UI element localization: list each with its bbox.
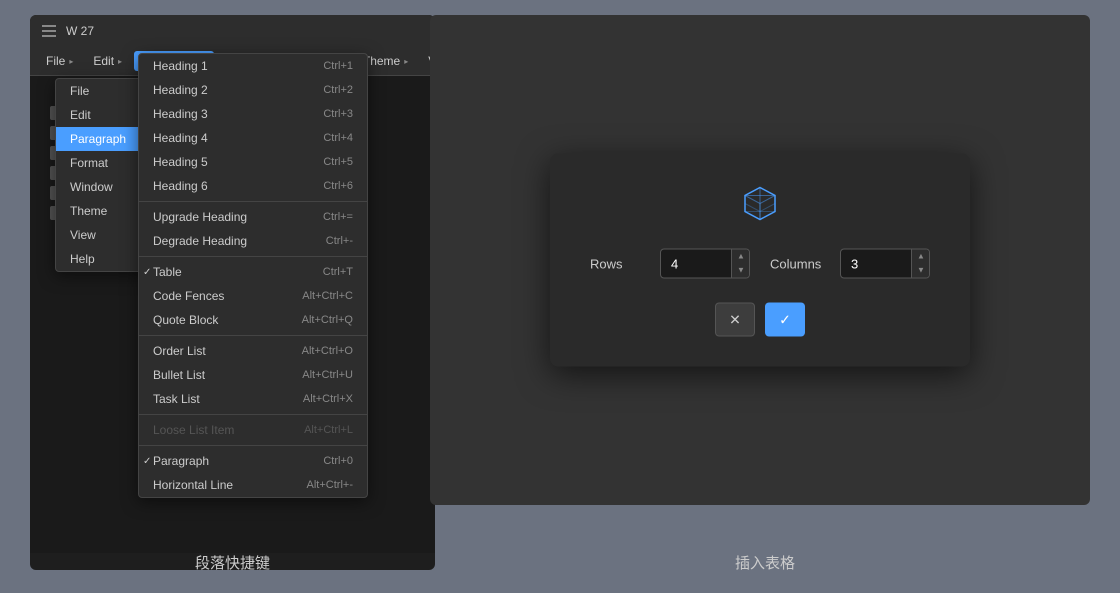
caption-left: 段落快捷键 — [30, 552, 435, 573]
submenu-loose-list: Loose List Item Alt+Ctrl+L — [139, 418, 367, 442]
submenu-quote-block[interactable]: Quote Block Alt+Ctrl+Q — [139, 308, 367, 332]
hamburger-icon — [42, 25, 56, 37]
columns-decrement[interactable]: ▼ — [912, 264, 930, 278]
columns-spinner: ▲ ▼ — [911, 250, 930, 278]
menu-edit[interactable]: Edit ▸ — [85, 51, 130, 71]
submenu-divider — [139, 201, 367, 202]
submenu-code-fences[interactable]: Code Fences Alt+Ctrl+C — [139, 284, 367, 308]
confirm-button[interactable]: ✓ — [765, 303, 805, 337]
submenu-degrade-heading[interactable]: Degrade Heading Ctrl+- — [139, 229, 367, 253]
columns-increment[interactable]: ▲ — [912, 250, 930, 264]
arrow-icon: ▸ — [69, 57, 73, 66]
rows-spinner: ▲ ▼ — [731, 250, 750, 278]
rows-increment[interactable]: ▲ — [732, 250, 750, 264]
rows-decrement[interactable]: ▼ — [732, 264, 750, 278]
dialog-buttons: ✕ ✓ — [590, 303, 930, 337]
arrow-icon: ▸ — [118, 57, 122, 66]
right-panel: Rows ▲ ▼ Columns ▲ ▼ ✕ — [430, 15, 1090, 505]
columns-input[interactable] — [841, 250, 911, 277]
submenu-task-list[interactable]: Task List Alt+Ctrl+X — [139, 387, 367, 411]
submenu-divider-5 — [139, 445, 367, 446]
submenu-divider-3 — [139, 335, 367, 336]
submenu-divider-2 — [139, 256, 367, 257]
window-title: W 27 — [66, 24, 94, 38]
menu-file[interactable]: File ▸ — [38, 51, 81, 71]
columns-label: Columns — [770, 256, 820, 271]
submenu-heading5[interactable]: Heading 5 Ctrl+5 — [139, 150, 367, 174]
submenu-divider-4 — [139, 414, 367, 415]
submenu-bullet-list[interactable]: Bullet List Alt+Ctrl+U — [139, 363, 367, 387]
submenu-horizontal-line[interactable]: Horizontal Line Alt+Ctrl+- — [139, 473, 367, 497]
cube-icon — [740, 184, 780, 224]
insert-table-dialog: Rows ▲ ▼ Columns ▲ ▼ ✕ — [550, 154, 970, 367]
paragraph-submenu: Heading 1 Ctrl+1 Heading 2 Ctrl+2 Headin… — [138, 53, 368, 498]
confirm-icon: ✓ — [779, 311, 791, 328]
columns-input-wrap[interactable]: ▲ ▼ — [840, 249, 930, 279]
submenu-heading2[interactable]: Heading 2 Ctrl+2 — [139, 78, 367, 102]
rows-input[interactable] — [661, 250, 731, 277]
cancel-icon: ✕ — [729, 311, 741, 328]
caption-right: 插入表格 — [440, 552, 1090, 573]
submenu-paragraph[interactable]: Paragraph Ctrl+0 — [139, 449, 367, 473]
rows-input-wrap[interactable]: ▲ ▼ — [660, 249, 750, 279]
arrow-icon: ▸ — [404, 57, 408, 66]
dialog-icon-area — [590, 184, 930, 229]
submenu-order-list[interactable]: Order List Alt+Ctrl+O — [139, 339, 367, 363]
rows-label: Rows — [590, 256, 640, 271]
dialog-row: Rows ▲ ▼ Columns ▲ ▼ — [590, 249, 930, 279]
submenu-heading1[interactable]: Heading 1 Ctrl+1 — [139, 54, 367, 78]
submenu-heading3[interactable]: Heading 3 Ctrl+3 — [139, 102, 367, 126]
submenu-heading6[interactable]: Heading 6 Ctrl+6 — [139, 174, 367, 198]
submenu-upgrade-heading[interactable]: Upgrade Heading Ctrl+= — [139, 205, 367, 229]
submenu-heading4[interactable]: Heading 4 Ctrl+4 — [139, 126, 367, 150]
cancel-button[interactable]: ✕ — [715, 303, 755, 337]
submenu-table[interactable]: Table Ctrl+T — [139, 260, 367, 284]
title-bar: W 27 — [30, 15, 435, 47]
